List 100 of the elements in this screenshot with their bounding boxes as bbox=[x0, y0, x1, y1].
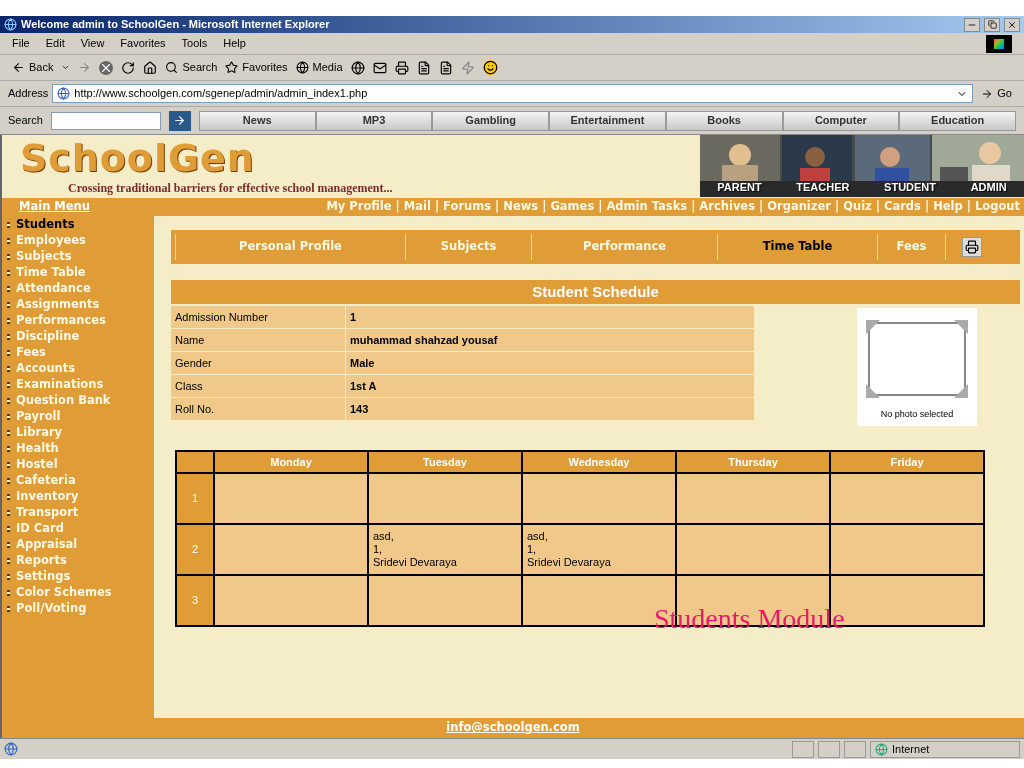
top-nav-link[interactable]: News bbox=[503, 198, 539, 216]
sidebar-item[interactable]: Assignments bbox=[16, 296, 100, 314]
footer-email-link[interactable]: info@schoolgen.com bbox=[446, 719, 580, 737]
page-icon bbox=[4, 742, 18, 756]
search-category-tab[interactable]: Computer bbox=[782, 110, 900, 131]
favorites-button[interactable]: Favorites bbox=[225, 59, 288, 76]
search-button[interactable]: Search bbox=[165, 59, 218, 76]
close-button[interactable] bbox=[1004, 17, 1020, 32]
top-nav-link[interactable]: My Profile bbox=[326, 198, 392, 216]
sidebar-item[interactable]: Subjects bbox=[16, 248, 72, 266]
sidebar-item[interactable]: Poll/Voting bbox=[16, 600, 87, 618]
sidebar-item[interactable]: Color Schemes bbox=[16, 584, 112, 602]
top-nav-link[interactable]: Help bbox=[933, 198, 963, 216]
bullet-icon bbox=[7, 254, 10, 260]
search-go-button[interactable] bbox=[168, 110, 191, 131]
sidebar-item[interactable]: Performances bbox=[16, 312, 106, 330]
search-category-tab[interactable]: Entertainment bbox=[549, 110, 666, 131]
photo-frame-icon bbox=[866, 320, 968, 398]
status-pane bbox=[844, 740, 866, 758]
back-button[interactable]: Back bbox=[12, 59, 54, 76]
sidebar-item[interactable]: Question Bank bbox=[16, 392, 111, 410]
bullet-icon bbox=[7, 366, 10, 372]
banner-label: PARENT bbox=[717, 179, 762, 195]
field-value: 143 bbox=[346, 398, 754, 420]
sidebar-item[interactable]: Time Table bbox=[16, 264, 86, 282]
go-button[interactable]: Go bbox=[977, 85, 1016, 102]
field-value: Male bbox=[346, 352, 754, 374]
bullet-icon bbox=[7, 222, 10, 228]
sidebar-item[interactable]: Inventory bbox=[16, 488, 79, 506]
search-field[interactable] bbox=[50, 111, 161, 130]
field-label: Class bbox=[171, 375, 345, 397]
menu-item[interactable]: Help bbox=[223, 35, 246, 52]
sidebar-item[interactable]: Reports bbox=[16, 552, 67, 570]
sidebar-item[interactable]: Hostel bbox=[16, 456, 58, 474]
print-icon[interactable] bbox=[394, 60, 409, 75]
sidebar-item[interactable]: ID Card bbox=[16, 520, 64, 538]
search-category-tab[interactable]: Gambling bbox=[432, 110, 550, 131]
home-icon[interactable] bbox=[143, 60, 158, 75]
sidebar-item[interactable]: Employees bbox=[16, 232, 86, 250]
top-nav-link[interactable]: Logout bbox=[974, 198, 1020, 216]
globe-icon bbox=[295, 61, 309, 74]
bullet-icon bbox=[7, 510, 10, 516]
top-nav-link[interactable]: Archives bbox=[699, 198, 756, 216]
tab[interactable]: Time Table bbox=[717, 234, 877, 260]
mail-icon[interactable] bbox=[372, 60, 387, 75]
top-nav-link[interactable]: Organizer bbox=[767, 198, 831, 216]
address-field[interactable]: http://www.schoolgen.com/sgenep/admin/admin_index1.php bbox=[52, 84, 974, 103]
sidebar-item[interactable]: Attendance bbox=[16, 280, 91, 298]
sidebar-item[interactable]: Discipline bbox=[16, 328, 80, 346]
main-menu-link[interactable]: Main Menu bbox=[2, 198, 154, 216]
tab[interactable]: Personal Profile bbox=[175, 234, 405, 260]
search-category-tab[interactable]: News bbox=[198, 110, 316, 131]
sidebar-item[interactable]: Health bbox=[16, 440, 59, 458]
bullet-icon bbox=[7, 270, 10, 276]
link-separator: | bbox=[759, 198, 764, 216]
top-nav-link[interactable]: Games bbox=[550, 198, 595, 216]
minimize-button[interactable] bbox=[964, 17, 980, 32]
top-nav-link[interactable]: Quiz bbox=[843, 198, 872, 216]
menu-item[interactable]: Favorites bbox=[120, 35, 166, 52]
menu-item[interactable]: File bbox=[12, 35, 30, 52]
period-cell: 3 bbox=[176, 575, 214, 626]
sidebar-item[interactable]: Accounts bbox=[16, 360, 76, 378]
refresh-icon[interactable] bbox=[121, 60, 136, 75]
dropdown-icon[interactable] bbox=[61, 63, 71, 72]
menu-item[interactable]: Edit bbox=[45, 35, 65, 52]
bullet-icon bbox=[7, 478, 10, 484]
sidebar-item[interactable]: Settings bbox=[16, 568, 71, 586]
sidebar-item[interactable]: Transport bbox=[16, 504, 79, 522]
search-category-tab[interactable]: Education bbox=[899, 110, 1016, 131]
top-nav-link[interactable]: Forums bbox=[443, 198, 492, 216]
top-nav-link[interactable]: Mail bbox=[403, 198, 431, 216]
sidebar-item[interactable]: Cafeteria bbox=[16, 472, 76, 490]
status-pane bbox=[792, 740, 814, 758]
bullet-icon bbox=[7, 286, 10, 292]
stop-icon[interactable] bbox=[99, 60, 114, 75]
go-arrow-icon bbox=[981, 87, 994, 100]
restore-button[interactable] bbox=[984, 17, 1000, 32]
menu-item[interactable]: Tools bbox=[181, 35, 208, 52]
sidebar-item[interactable]: Fees bbox=[16, 344, 46, 362]
search-category-tab[interactable]: MP3 bbox=[315, 110, 433, 131]
smiley-icon[interactable] bbox=[482, 60, 498, 75]
globe-icon bbox=[875, 742, 888, 756]
address-label: Address bbox=[8, 86, 49, 102]
search-category-tab[interactable]: Books bbox=[665, 110, 783, 131]
document-icon[interactable] bbox=[438, 60, 453, 75]
sidebar-item[interactable]: Payroll bbox=[16, 408, 61, 426]
bullet-icon bbox=[7, 446, 10, 452]
print-button[interactable] bbox=[962, 237, 982, 257]
tab[interactable]: Fees bbox=[877, 234, 945, 260]
menu-item[interactable]: View bbox=[80, 35, 105, 52]
sidebar-item[interactable]: Students bbox=[16, 216, 75, 234]
sidebar-item[interactable]: Library bbox=[16, 424, 63, 442]
top-nav-link[interactable]: Admin Tasks bbox=[606, 198, 688, 216]
top-nav-link[interactable]: Cards bbox=[884, 198, 921, 216]
sidebar-item[interactable]: Appraisal bbox=[16, 536, 78, 554]
sidebar-item[interactable]: Examinations bbox=[16, 376, 104, 394]
media-button[interactable]: Media bbox=[295, 59, 343, 76]
photo-caption: No photo selected bbox=[880, 408, 954, 421]
tab[interactable]: Subjects bbox=[405, 234, 531, 260]
tab[interactable]: Performance bbox=[531, 234, 717, 260]
